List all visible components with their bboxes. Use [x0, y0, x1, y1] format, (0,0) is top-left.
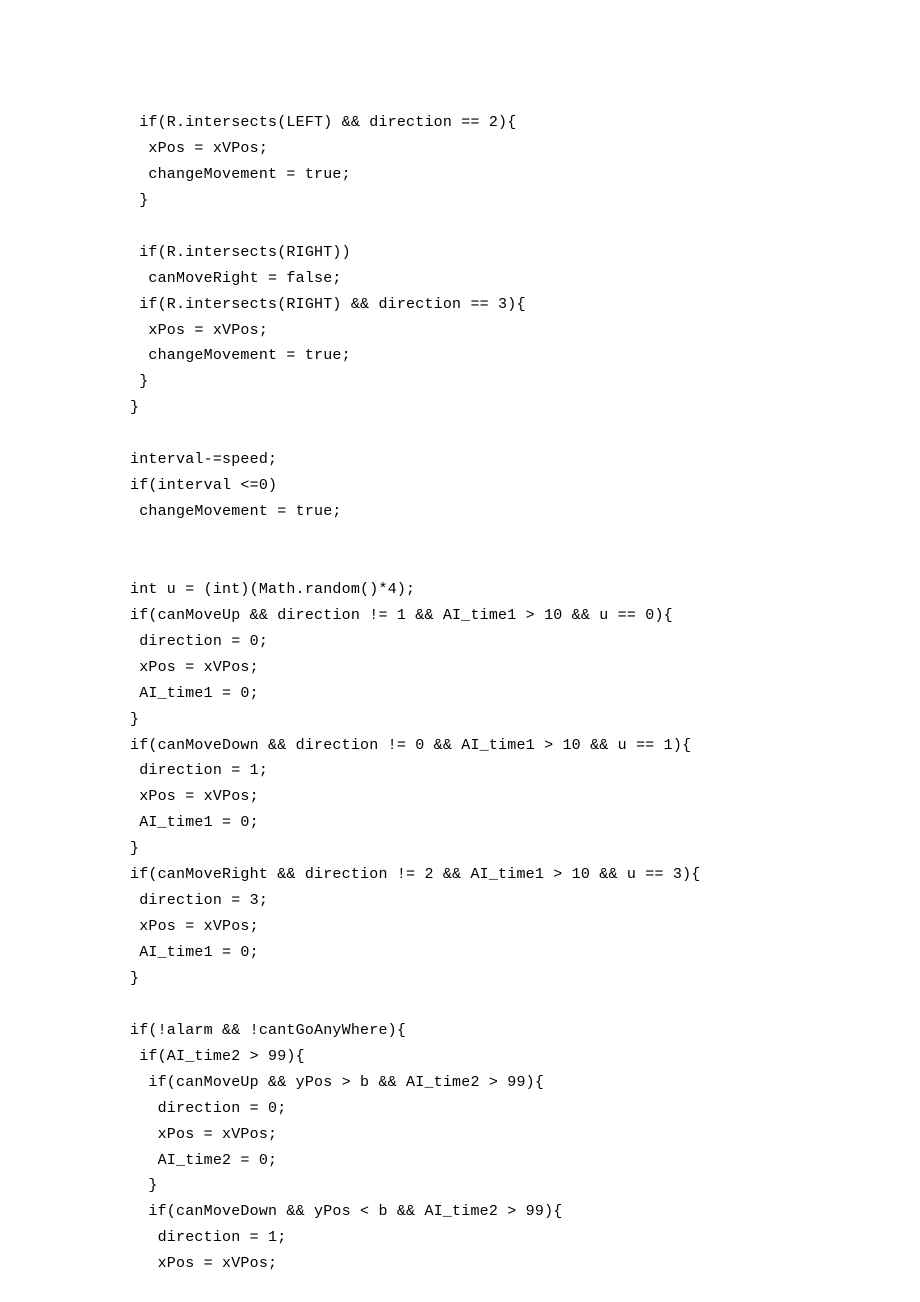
code-block: if(R.intersects(LEFT) && direction == 2)…	[0, 0, 920, 1277]
